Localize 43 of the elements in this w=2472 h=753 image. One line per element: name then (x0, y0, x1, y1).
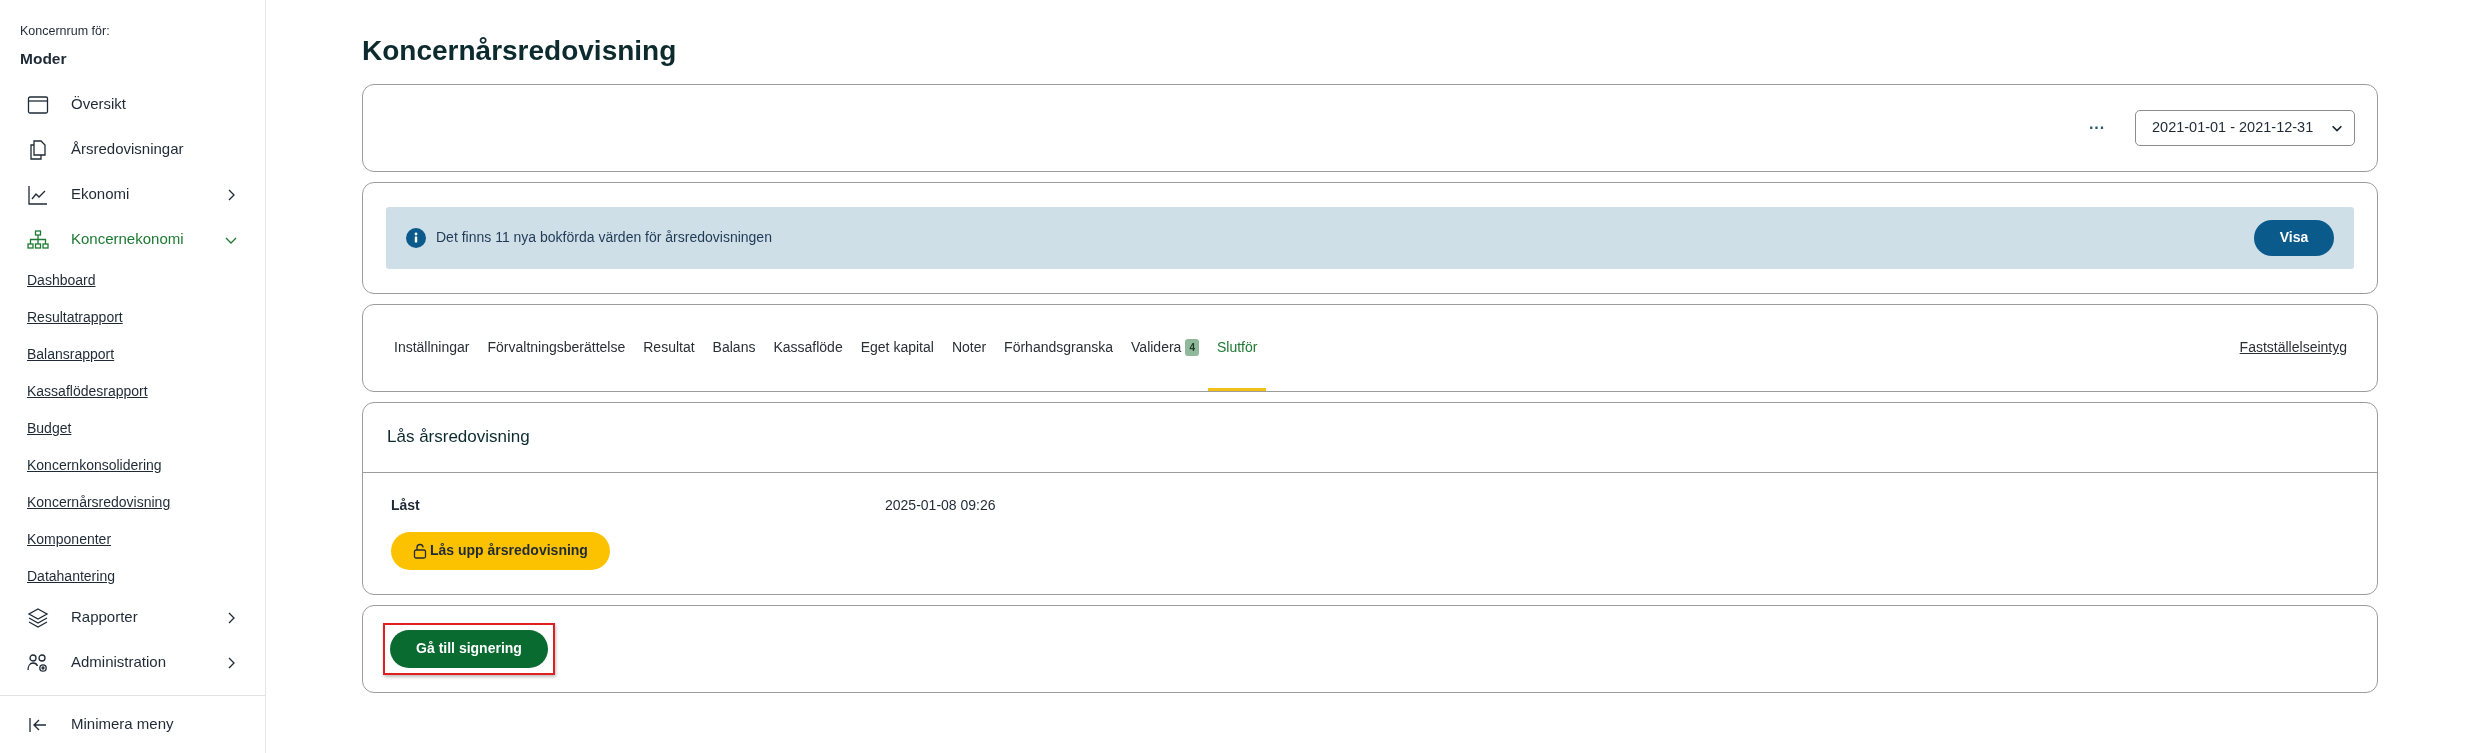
sidebar-subitem[interactable]: Koncernkonsolidering (0, 447, 265, 484)
tab[interactable]: Balans (703, 307, 765, 391)
sidebar-item[interactable]: Ekonomi (0, 172, 265, 217)
tab-link[interactable]: Fastställelseintyg (2239, 304, 2355, 391)
tab[interactable]: Inställningar (385, 307, 479, 391)
field-label: Låst (391, 495, 421, 515)
count-badge: 4 (1185, 339, 1199, 357)
minimize-menu-button[interactable]: Minimera meny (0, 695, 265, 753)
tab[interactable]: Validera 4 (1122, 307, 1208, 391)
sidebar-subitem[interactable]: Dashboard (0, 262, 265, 299)
sidebar-subitem[interactable]: Resultatrapport (0, 299, 265, 336)
notice-text: Det finns 11 nya bokförda värden för årsredovisningen (436, 228, 773, 248)
field-value: 2025-01-08 09:26 (885, 495, 996, 515)
signing-button[interactable]: Gå till signering (390, 629, 548, 668)
unlock-button[interactable]: Lås upp årsredovisning (391, 531, 610, 570)
tab[interactable]: Förvaltningsberättelse (478, 307, 635, 391)
sidebar-subitem[interactable]: Datahantering (0, 558, 265, 595)
tab[interactable]: Resultat (634, 307, 704, 391)
sidebar-item[interactable]: Översikt (0, 82, 265, 127)
sidebar-subitem[interactable]: Balansrapport (0, 336, 265, 373)
sidebar-item[interactable]: Administration (0, 640, 265, 685)
section-title: Lås årsredovisning (363, 402, 2377, 473)
sidebar-subitem[interactable]: Koncernårsredovisning (0, 484, 265, 521)
tab[interactable]: Förhandsgranska (995, 307, 1123, 391)
hierarchy-icon (26, 227, 50, 252)
sidebar-item[interactable]: Koncernekonomi (0, 217, 265, 262)
show-button[interactable]: Visa (2254, 219, 2334, 256)
tab[interactable]: Noter (942, 307, 996, 391)
page-title: Koncernårsredovisning (362, 34, 678, 68)
sidebar-item[interactable]: Årsredovisningar (0, 127, 265, 172)
tab[interactable]: Eget kapital (851, 307, 943, 391)
company-name: Moder (20, 48, 68, 69)
unlock-icon (413, 542, 427, 559)
sidebar-caption: Koncernrum för: (20, 23, 111, 40)
sidebar-subitem[interactable]: Kassaflödesrapport (0, 373, 265, 410)
tab[interactable]: Slutför (1207, 307, 1267, 391)
info-icon (406, 227, 426, 248)
sidebar-item[interactable]: Rapporter (0, 595, 265, 640)
sidebar-subitem[interactable]: Budget (0, 410, 265, 447)
tab[interactable]: Kassaflöde (764, 307, 852, 391)
more-menu-button[interactable]: ··· (2089, 115, 2105, 140)
sidebar-subitem[interactable]: Komponenter (0, 521, 265, 558)
period-select[interactable]: 2021-01-01 - 2021-12-31 (2135, 109, 2355, 146)
